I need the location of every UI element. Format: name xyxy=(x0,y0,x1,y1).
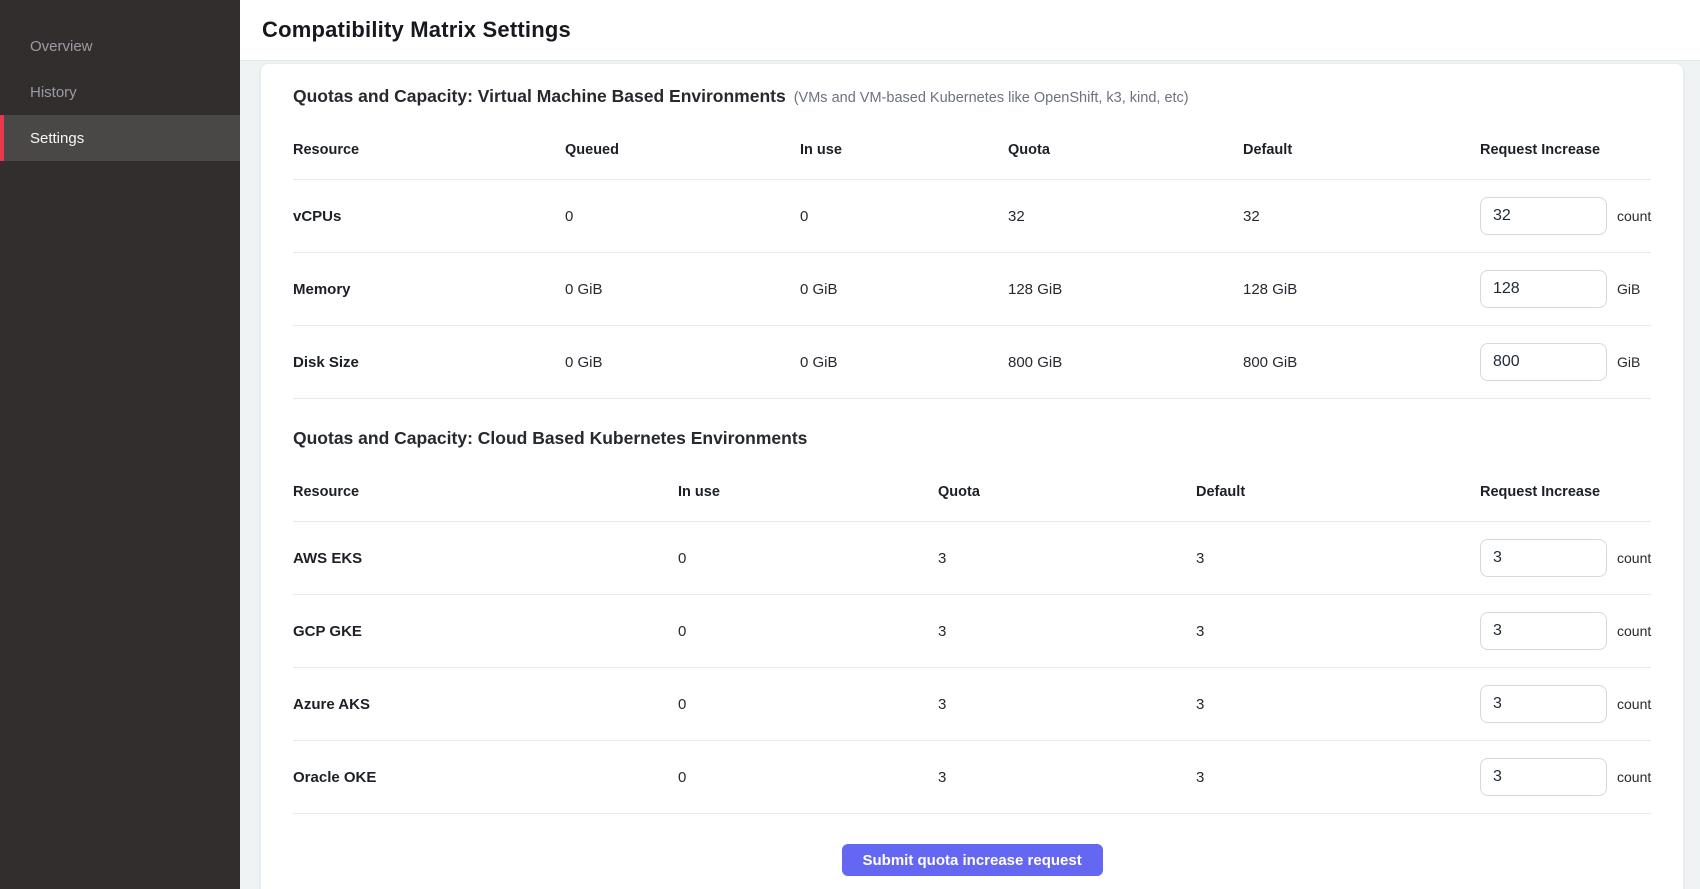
azure-aks-request-input[interactable] xyxy=(1480,685,1607,723)
aws-eks-quota-value: 3 xyxy=(938,550,1196,567)
memory-queued-value: 0 GiB xyxy=(565,281,800,298)
top-bar: Compatibility Matrix Settings xyxy=(240,0,1700,61)
table-row-vcpus: vCPUs 0 0 32 32 count xyxy=(293,180,1651,253)
quota-settings-card: Quotas and Capacity: Virtual Machine Bas… xyxy=(260,63,1684,889)
disk-size-quota-value: 800 GiB xyxy=(1008,354,1243,371)
oracle-oke-default-value: 3 xyxy=(1196,769,1480,786)
header-cell-quota: Quota xyxy=(938,458,1196,521)
cloud-section-title: Quotas and Capacity: Cloud Based Kuberne… xyxy=(293,426,807,450)
active-accent-bar xyxy=(0,115,4,161)
vcpus-queued-value: 0 xyxy=(565,208,800,225)
content-area: Quotas and Capacity: Virtual Machine Bas… xyxy=(240,61,1700,889)
sidebar: Overview History Settings xyxy=(0,0,240,889)
cloud-table-header: Resource In use Quota Default Request In… xyxy=(293,458,1651,522)
sidebar-item-history[interactable]: History xyxy=(0,69,240,115)
header-cell-default: Default xyxy=(1196,458,1480,521)
aws-eks-default-value: 3 xyxy=(1196,550,1480,567)
gcp-gke-unit-label: count xyxy=(1617,623,1651,639)
azure-aks-unit-label: count xyxy=(1617,696,1651,712)
gcp-gke-default-value: 3 xyxy=(1196,623,1480,640)
header-cell-queued: Queued xyxy=(565,116,800,179)
table-row-aws-eks: AWS EKS 0 3 3 count xyxy=(293,522,1651,595)
aws-eks-request-input[interactable] xyxy=(1480,539,1607,577)
azure-aks-quota-value: 3 xyxy=(938,696,1196,713)
main-area: Compatibility Matrix Settings Quotas and… xyxy=(240,0,1700,889)
aws-eks-unit-label: count xyxy=(1617,550,1651,566)
memory-quota-value: 128 GiB xyxy=(1008,281,1243,298)
vm-section-title: Quotas and Capacity: Virtual Machine Bas… xyxy=(293,84,786,108)
aws-eks-resource-label: AWS EKS xyxy=(293,550,678,567)
submit-button-row: Submit quota increase request xyxy=(293,844,1651,876)
vcpus-resource-label: vCPUs xyxy=(293,208,565,225)
gcp-gke-resource-label: GCP GKE xyxy=(293,623,678,640)
oracle-oke-quota-value: 3 xyxy=(938,769,1196,786)
header-cell-quota: Quota xyxy=(1008,116,1243,179)
disk-size-unit-label: GiB xyxy=(1617,354,1640,370)
vcpus-unit-label: count xyxy=(1617,208,1651,224)
disk-size-queued-value: 0 GiB xyxy=(565,354,800,371)
header-cell-request-increase: Request Increase xyxy=(1480,116,1651,179)
table-row-gcp-gke: GCP GKE 0 3 3 count xyxy=(293,595,1651,668)
page-title: Compatibility Matrix Settings xyxy=(262,17,571,43)
gcp-gke-request-input[interactable] xyxy=(1480,612,1607,650)
disk-size-default-value: 800 GiB xyxy=(1243,354,1480,371)
sidebar-item-settings[interactable]: Settings xyxy=(0,115,240,161)
vm-section-subtitle: (VMs and VM-based Kubernetes like OpenSh… xyxy=(794,90,1189,106)
cloud-section-header: Quotas and Capacity: Cloud Based Kuberne… xyxy=(293,426,1651,450)
disk-size-request-input[interactable] xyxy=(1480,343,1607,381)
vm-section-header: Quotas and Capacity: Virtual Machine Bas… xyxy=(293,84,1651,108)
oracle-oke-request-input[interactable] xyxy=(1480,758,1607,796)
vcpus-default-value: 32 xyxy=(1243,208,1480,225)
submit-quota-increase-button[interactable]: Submit quota increase request xyxy=(842,844,1103,876)
azure-aks-default-value: 3 xyxy=(1196,696,1480,713)
table-row-memory: Memory 0 GiB 0 GiB 128 GiB 128 GiB GiB xyxy=(293,253,1651,326)
oracle-oke-in-use-value: 0 xyxy=(678,769,938,786)
vcpus-quota-value: 32 xyxy=(1008,208,1243,225)
header-cell-resource: Resource xyxy=(293,116,565,179)
memory-unit-label: GiB xyxy=(1617,281,1640,297)
disk-size-resource-label: Disk Size xyxy=(293,354,565,371)
sidebar-item-label: History xyxy=(30,84,77,101)
gcp-gke-quota-value: 3 xyxy=(938,623,1196,640)
azure-aks-resource-label: Azure AKS xyxy=(293,696,678,713)
memory-request-input[interactable] xyxy=(1480,270,1607,308)
memory-default-value: 128 GiB xyxy=(1243,281,1480,298)
azure-aks-in-use-value: 0 xyxy=(678,696,938,713)
header-cell-in-use: In use xyxy=(800,116,1008,179)
vm-table-header: Resource Queued In use Quota Default Req… xyxy=(293,116,1651,180)
gcp-gke-in-use-value: 0 xyxy=(678,623,938,640)
memory-in-use-value: 0 GiB xyxy=(800,281,1008,298)
memory-resource-label: Memory xyxy=(293,281,565,298)
sidebar-item-overview[interactable]: Overview xyxy=(0,23,240,69)
header-cell-in-use: In use xyxy=(678,458,938,521)
vcpus-in-use-value: 0 xyxy=(800,208,1008,225)
sidebar-item-label: Settings xyxy=(30,130,84,147)
oracle-oke-resource-label: Oracle OKE xyxy=(293,769,678,786)
sidebar-item-label: Overview xyxy=(30,38,93,55)
table-row-oracle-oke: Oracle OKE 0 3 3 count xyxy=(293,741,1651,814)
aws-eks-in-use-value: 0 xyxy=(678,550,938,567)
oracle-oke-unit-label: count xyxy=(1617,769,1651,785)
header-cell-request-increase: Request Increase xyxy=(1480,458,1651,521)
header-cell-resource: Resource xyxy=(293,458,678,521)
table-row-azure-aks: Azure AKS 0 3 3 count xyxy=(293,668,1651,741)
disk-size-in-use-value: 0 GiB xyxy=(800,354,1008,371)
vcpus-request-input[interactable] xyxy=(1480,197,1607,235)
table-row-disk-size: Disk Size 0 GiB 0 GiB 800 GiB 800 GiB Gi… xyxy=(293,326,1651,399)
header-cell-default: Default xyxy=(1243,116,1480,179)
